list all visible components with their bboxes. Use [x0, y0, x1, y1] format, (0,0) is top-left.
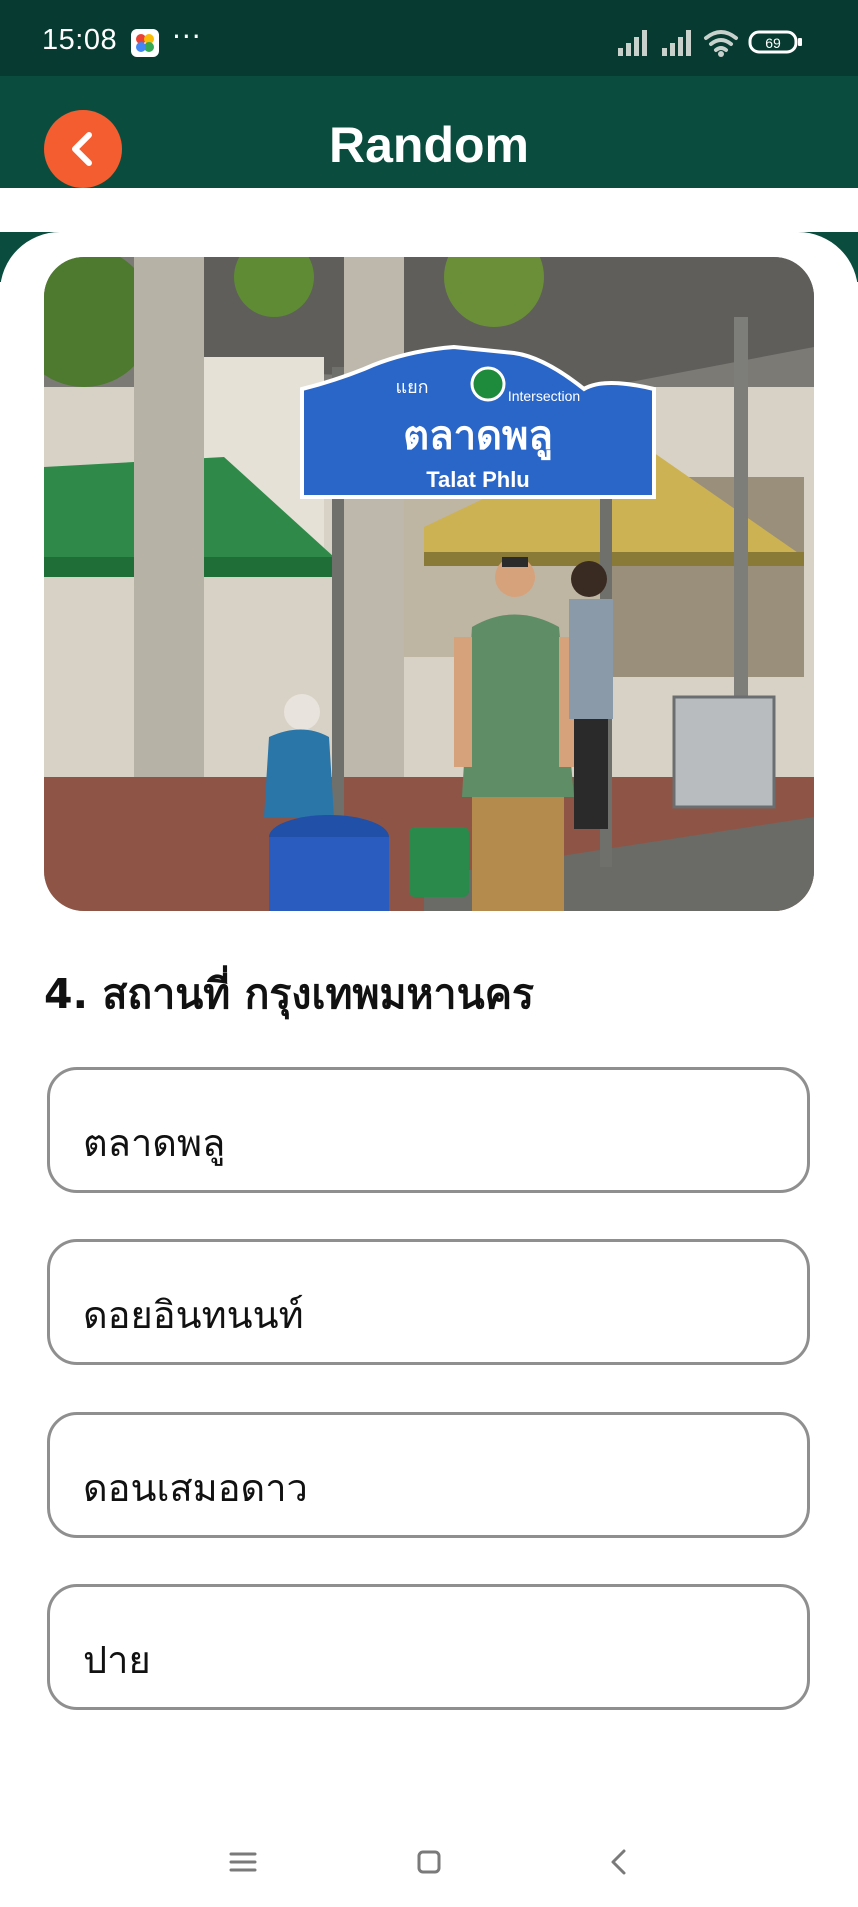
- more-notifications-indicator: ···: [172, 20, 202, 53]
- app-header: Random: [0, 76, 858, 188]
- status-icons: 69: [618, 30, 802, 57]
- signal-icon: [662, 30, 691, 56]
- answer-option[interactable]: ดอยอินทนนท์: [47, 1239, 810, 1365]
- menu-icon[interactable]: [223, 1842, 263, 1882]
- answer-option[interactable]: ปาย: [47, 1584, 810, 1710]
- answer-option[interactable]: ดอนเสมอดาว: [47, 1412, 810, 1538]
- sign-top-right: Intersection: [508, 388, 580, 404]
- wifi-icon: [704, 30, 738, 52]
- status-bar: 15:08 ··· 69: [0, 0, 858, 76]
- question-text: 4. สถานที่ กรุงเทพมหานคร: [44, 970, 535, 1018]
- answer-option-label: ตลาดพลู: [83, 1121, 226, 1165]
- back-icon[interactable]: [600, 1842, 640, 1882]
- answer-option-label: ดอยอินทนนท์: [83, 1293, 304, 1337]
- sign-top-left: แยก: [395, 377, 428, 398]
- home-icon[interactable]: [409, 1842, 449, 1882]
- sign-english: Talat Phlu: [426, 467, 530, 492]
- signal-icon: [618, 30, 647, 56]
- answer-option-label: ปาย: [83, 1638, 151, 1682]
- answer-option-label: ดอนเสมอดาว: [83, 1466, 308, 1510]
- sign-thai: ตลาดพลู: [403, 413, 553, 460]
- battery-level: 69: [765, 35, 781, 51]
- status-time: 15:08: [42, 24, 118, 56]
- battery-icon: 69: [748, 30, 802, 54]
- system-nav-bar: [0, 1812, 858, 1907]
- page-title: Random: [329, 117, 529, 173]
- answer-option[interactable]: ตลาดพลู: [47, 1067, 810, 1193]
- question-photo: แยก Intersection ตลาดพลู Talat Phlu: [44, 257, 814, 911]
- google-photos-icon: [131, 29, 159, 57]
